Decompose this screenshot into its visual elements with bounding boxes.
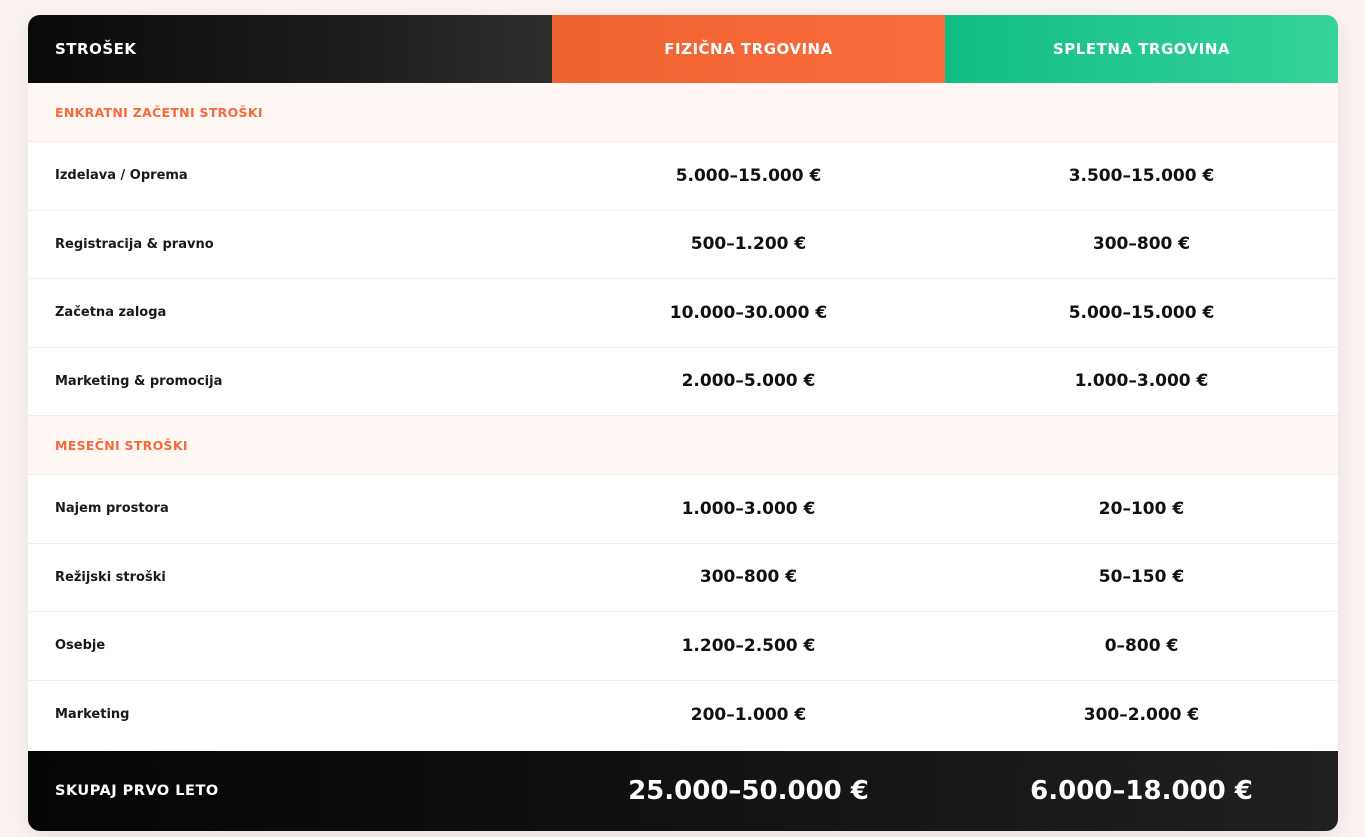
physical-value: 300–800 € (699, 567, 798, 588)
row-label: Začetna zaloga (55, 305, 167, 321)
online-value: 1.000–3.000 € (1074, 371, 1209, 392)
cost-comparison-table: STROŠEK FIZIČNA TRGOVINA SPLETNA TRGOVIN… (28, 15, 1338, 831)
row-label: Marketing & promocija (55, 373, 223, 389)
table-row: Režijski stroški 300–800 € 50–150 € (28, 544, 1338, 612)
header-cost-label: STROŠEK (28, 15, 552, 83)
row-label: Osebje (55, 638, 106, 654)
row-label: Najem prostora (55, 501, 169, 517)
online-value: 20–100 € (1098, 498, 1185, 519)
physical-value: 2.000–5.000 € (681, 371, 816, 392)
section-title: ENKRATNI ZAČETNI STROŠKI (55, 104, 263, 120)
header-online-store: SPLETNA TRGOVINA (945, 15, 1338, 83)
row-label: Registracija & pravno (55, 236, 214, 252)
total-online-value: 6.000–18.000 € (1030, 776, 1253, 806)
physical-value: 1.000–3.000 € (681, 498, 816, 519)
total-row: SKUPAJ PRVO LETO 25.000–50.000 € 6.000–1… (28, 751, 1338, 831)
total-physical-value: 25.000–50.000 € (628, 776, 869, 806)
physical-value: 1.200–2.500 € (681, 635, 816, 656)
physical-value: 500–1.200 € (690, 234, 807, 255)
row-label: Režijski stroški (55, 569, 166, 585)
page: STROŠEK FIZIČNA TRGOVINA SPLETNA TRGOVIN… (0, 0, 1365, 837)
online-value: 300–2.000 € (1083, 704, 1200, 725)
online-value: 50–150 € (1098, 567, 1185, 588)
physical-value: 5.000–15.000 € (675, 165, 822, 186)
section-title: MESEČNI STROŠKI (55, 437, 188, 453)
online-value: 300–800 € (1092, 234, 1191, 255)
table-row: Marketing 200–1.000 € 300–2.000 € (28, 681, 1338, 750)
table-row: Izdelava / Oprema 5.000–15.000 € 3.500–1… (28, 142, 1338, 211)
table-row: Osebje 1.200–2.500 € 0–800 € (28, 612, 1338, 681)
online-value: 0–800 € (1104, 635, 1179, 656)
physical-value: 200–1.000 € (690, 704, 807, 725)
total-label: SKUPAJ PRVO LETO (55, 783, 219, 799)
row-label: Marketing (55, 707, 130, 723)
table-row: Registracija & pravno 500–1.200 € 300–80… (28, 211, 1338, 279)
table-row: Začetna zaloga 10.000–30.000 € 5.000–15.… (28, 279, 1338, 348)
online-value: 5.000–15.000 € (1068, 302, 1215, 323)
header-physical-store: FIZIČNA TRGOVINA (552, 15, 945, 83)
table-header: STROŠEK FIZIČNA TRGOVINA SPLETNA TRGOVIN… (28, 15, 1338, 83)
row-label: Izdelava / Oprema (55, 168, 188, 184)
section-header-monthly: MESEČNI STROŠKI (28, 416, 1338, 475)
table-row: Najem prostora 1.000–3.000 € 20–100 € (28, 475, 1338, 544)
online-value: 3.500–15.000 € (1068, 165, 1215, 186)
section-header-one-time: ENKRATNI ZAČETNI STROŠKI (28, 83, 1338, 142)
physical-value: 10.000–30.000 € (669, 302, 828, 323)
table-row: Marketing & promocija 2.000–5.000 € 1.00… (28, 348, 1338, 416)
